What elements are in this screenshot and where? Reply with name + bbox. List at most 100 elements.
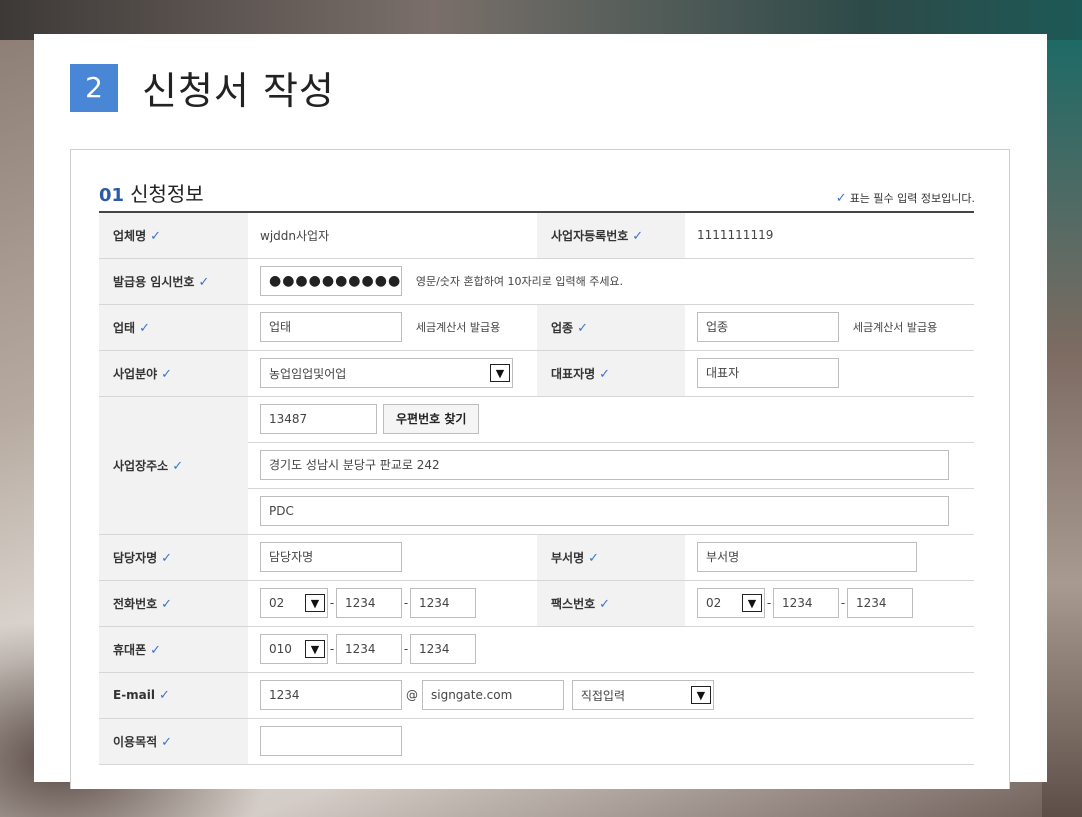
chevron-down-icon[interactable]: ▼ xyxy=(490,364,510,382)
label-text: E-mail xyxy=(113,687,156,702)
zipcode-input[interactable]: 13487 xyxy=(260,404,377,434)
phone-cell: 02 ▼ -1234-1234 xyxy=(248,580,537,627)
check-icon: ✓ xyxy=(835,191,847,206)
check-icon: ✓ xyxy=(161,734,173,750)
check-icon: ✓ xyxy=(161,366,173,382)
label-text: 이용목적 xyxy=(113,734,158,749)
check-icon: ✓ xyxy=(599,596,611,612)
fax-area-select[interactable]: 02 ▼ xyxy=(697,588,765,618)
label-address: 사업장주소 ✓ xyxy=(99,396,248,535)
biz-type-cell: 업태 세금계산서 발급용 xyxy=(248,304,537,351)
dash: - xyxy=(840,596,846,610)
check-icon: ✓ xyxy=(139,320,150,336)
department-input[interactable]: 부서명 xyxy=(697,542,917,572)
application-card: 2 신청서 작성 01 신청정보 ✓ 표는 필수 입력 정보입니다. 업체명 ✓ wj… xyxy=(34,34,1047,789)
fax-cell: 02 ▼ -1234-1234 xyxy=(685,580,974,627)
chevron-down-icon[interactable]: ▼ xyxy=(690,686,711,704)
fax-area-value: 02 xyxy=(706,596,722,610)
company-name-value: wjddn사업자 xyxy=(260,228,330,243)
check-icon: ✓ xyxy=(588,550,600,566)
check-icon: ✓ xyxy=(599,366,611,382)
biz-field-selected: 농업임업및어업 xyxy=(269,366,347,381)
page-title: 신청서 작성 xyxy=(142,69,335,113)
purpose-input[interactable] xyxy=(260,726,402,756)
required-note-text: 표는 필수 입력 정보입니다. xyxy=(849,192,975,205)
email-domain-input[interactable]: signgate.com xyxy=(422,680,564,710)
check-icon: ✓ xyxy=(577,320,588,336)
label-purpose: 이용목적 ✓ xyxy=(99,718,248,765)
fax-last-input[interactable]: 1234 xyxy=(847,588,913,618)
table-row: 전화번호 ✓ 02 ▼ -1234-1234 팩스번호 ✓ 02 ▼ -1234-1234 xyxy=(99,580,974,627)
table-row: E-mail ✓ 1234 @ signgate.com 직접입력 ▼ xyxy=(99,672,974,719)
phone-last-input[interactable]: 1234 xyxy=(410,588,476,618)
biz-reg-no-cell: 1111111119 xyxy=(685,212,974,259)
ceo-name-input[interactable]: 대표자 xyxy=(697,358,839,388)
chevron-down-icon[interactable]: ▼ xyxy=(305,594,325,612)
department-cell: 부서명 xyxy=(685,534,974,581)
address1-input[interactable]: 경기도 성남시 분당구 판교로 242 xyxy=(260,450,949,480)
zipcode-cell: 13487 우편번호 찾기 xyxy=(248,396,974,443)
biz-type-hint: 세금계산서 발급용 xyxy=(415,320,501,334)
label-text: 휴대폰 xyxy=(113,642,147,657)
label-email: E-mail ✓ xyxy=(99,672,248,719)
chevron-down-icon[interactable]: ▼ xyxy=(305,640,325,658)
label-mobile: 휴대폰 ✓ xyxy=(99,626,248,673)
label-text: 전화번호 xyxy=(113,596,158,611)
label-biz-field: 사업분야 ✓ xyxy=(99,350,248,397)
mobile-cell: 010 ▼ -1234-1234 xyxy=(248,626,974,673)
step-number-badge: 2 xyxy=(70,63,118,112)
temp-password-field[interactable]: ●●●●●●●●●● xyxy=(260,266,402,296)
label-text: 업체명 xyxy=(113,228,147,243)
label-text: 업종 xyxy=(551,320,574,335)
label-text: 담당자명 xyxy=(113,550,158,565)
table-row: 업태 ✓ 업태 세금계산서 발급용 업종 ✓ 업종 세금계산서 발급용 xyxy=(99,304,974,351)
label-text: 팩스번호 xyxy=(551,596,596,611)
table-row: 담당자명 ✓ 담당자명 부서명 ✓ 부서명 xyxy=(99,534,974,581)
biz-reg-no-value: 1111111119 xyxy=(697,228,774,243)
biz-field-cell: 농업임업및어업 ▼ xyxy=(248,350,537,397)
manager-name-cell: 담당자명 xyxy=(248,534,537,581)
table-row: 발급용 임시번호 ✓ ●●●●●●●●●● 영문/숫자 혼합하여 10자리로 입력… xyxy=(99,258,974,305)
mobile-last-input[interactable]: 1234 xyxy=(410,634,476,664)
check-icon: ✓ xyxy=(150,642,162,658)
label-phone: 전화번호 ✓ xyxy=(99,580,248,627)
biz-type-input[interactable]: 업태 xyxy=(260,312,402,342)
email-id-input[interactable]: 1234 xyxy=(260,680,402,710)
label-manager-name: 담당자명 ✓ xyxy=(99,534,248,581)
check-icon: ✓ xyxy=(161,550,173,566)
dash: - xyxy=(403,642,409,656)
email-domain-select[interactable]: 직접입력 ▼ xyxy=(571,680,714,710)
address2-input[interactable]: PDC xyxy=(260,496,949,526)
label-text: 사업자등록번호 xyxy=(551,228,629,243)
check-icon: ✓ xyxy=(172,458,184,474)
mobile-mid-input[interactable]: 1234 xyxy=(336,634,402,664)
label-biz-type: 업태 ✓ xyxy=(99,304,248,351)
label-text: 부서명 xyxy=(551,550,585,565)
manager-name-input[interactable]: 담당자명 xyxy=(260,542,402,572)
application-form-table: 업체명 ✓ wjddn사업자 사업자등록번호 ✓ 1111111119 발급용 임시… xyxy=(99,211,974,765)
fax-mid-input[interactable]: 1234 xyxy=(773,588,839,618)
phone-area-select[interactable]: 02 ▼ xyxy=(260,588,328,618)
biz-item-cell: 업종 세금계산서 발급용 xyxy=(685,304,974,351)
zipcode-search-button[interactable]: 우편번호 찾기 xyxy=(383,404,480,434)
label-text: 발급용 임시번호 xyxy=(113,274,195,289)
chevron-down-icon[interactable]: ▼ xyxy=(742,594,762,612)
label-text: 업태 xyxy=(113,320,136,335)
check-icon: ✓ xyxy=(198,274,210,290)
check-icon: ✓ xyxy=(632,228,644,244)
biz-item-input[interactable]: 업종 xyxy=(697,312,839,342)
section-number: 01 xyxy=(99,185,125,206)
email-domain-select-value: 직접입력 xyxy=(580,688,625,703)
label-ceo-name: 대표자명 ✓ xyxy=(537,350,685,397)
mobile-prefix-select[interactable]: 010 ▼ xyxy=(260,634,328,664)
phone-mid-input[interactable]: 1234 xyxy=(336,588,402,618)
form-panel: 01 신청정보 ✓ 표는 필수 입력 정보입니다. 업체명 ✓ wjddn사업자 사업… xyxy=(70,149,1010,789)
label-fax: 팩스번호 ✓ xyxy=(537,580,685,627)
dash: - xyxy=(766,596,772,610)
address2-cell: PDC xyxy=(248,488,974,535)
table-row: 사업분야 ✓ 농업임업및어업 ▼ 대표자명 ✓ 대표자 xyxy=(99,350,974,397)
table-row: 이용목적 ✓ xyxy=(99,718,974,765)
label-text: 사업분야 xyxy=(113,366,158,381)
table-row: 업체명 ✓ wjddn사업자 사업자등록번호 ✓ 1111111119 xyxy=(99,212,974,259)
biz-field-select[interactable]: 농업임업및어업 ▼ xyxy=(260,358,513,388)
